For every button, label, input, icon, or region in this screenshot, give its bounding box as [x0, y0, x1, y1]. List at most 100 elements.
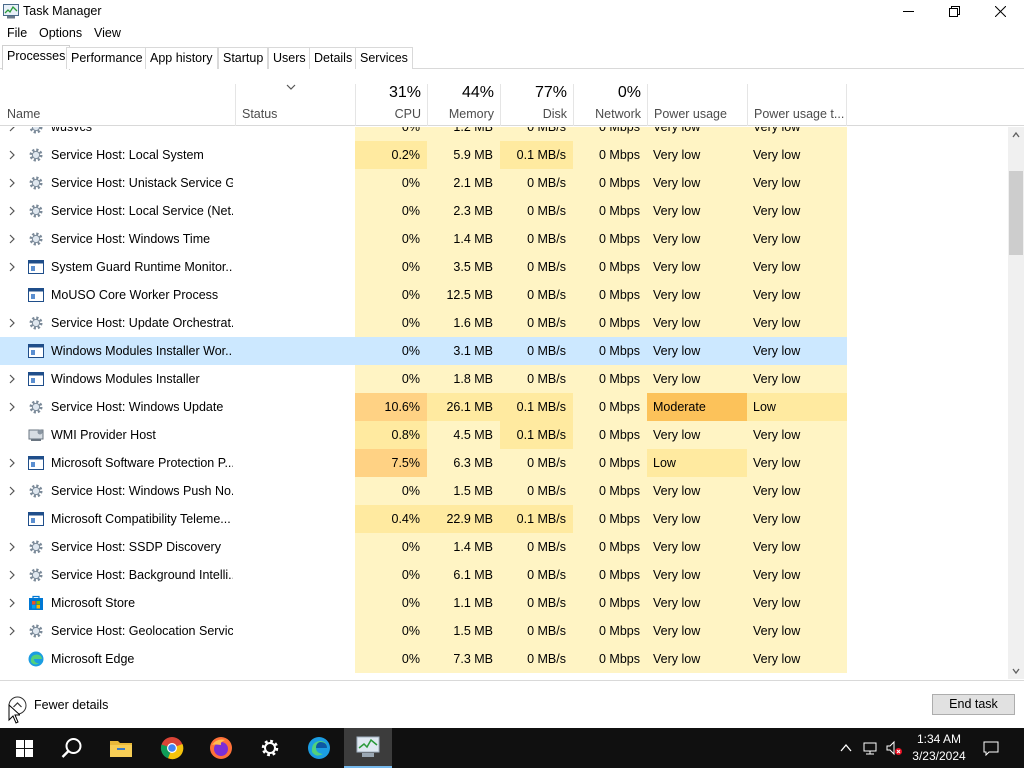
column-cpu[interactable]: 31% CPU: [355, 84, 427, 126]
notification-icon[interactable]: [983, 740, 999, 756]
table-row[interactable]: Microsoft Compatibility Teleme... 0.4% 22.…: [0, 505, 1008, 533]
chevron-right-icon[interactable]: [8, 541, 16, 553]
table-row[interactable]: Service Host: Background Intelli... 0% 6.1…: [0, 561, 1008, 589]
tab-users[interactable]: Users: [268, 47, 311, 69]
status-cell: [235, 309, 355, 337]
title-bar[interactable]: Task Manager: [0, 0, 1024, 23]
column-status[interactable]: Status: [235, 84, 355, 126]
table-row[interactable]: Windows Modules Installer Wor... 0% 3.1 MB…: [0, 337, 1008, 365]
process-name-cell[interactable]: Windows Modules Installer: [0, 365, 235, 393]
network-icon[interactable]: [862, 740, 878, 756]
table-row[interactable]: Service Host: Local Service (Net... 0% 2.3…: [0, 197, 1008, 225]
process-name-cell[interactable]: Service Host: Geolocation Service: [0, 617, 235, 645]
vertical-scrollbar[interactable]: [1008, 127, 1024, 679]
table-row[interactable]: Service Host: Unistack Service G... 0% 2.1…: [0, 169, 1008, 197]
menu-options[interactable]: Options: [39, 26, 82, 40]
chevron-right-icon[interactable]: [8, 149, 16, 161]
taskbar-file-explorer[interactable]: [97, 728, 145, 768]
close-button[interactable]: [977, 0, 1023, 23]
process-name-cell[interactable]: Service Host: SSDP Discovery: [0, 533, 235, 561]
power-usage-trend-value: Very low: [753, 204, 801, 218]
chevron-up-icon[interactable]: [838, 740, 854, 756]
minimize-button[interactable]: [885, 0, 931, 23]
taskbar-chrome[interactable]: [148, 728, 196, 768]
scroll-down-icon[interactable]: [1012, 667, 1020, 675]
process-name-cell[interactable]: Service Host: Update Orchestrat...: [0, 309, 235, 337]
chevron-right-icon[interactable]: [8, 205, 16, 217]
end-task-button[interactable]: End task: [932, 694, 1015, 715]
process-name-cell[interactable]: Service Host: Local System: [0, 141, 235, 169]
restore-button[interactable]: [931, 0, 977, 23]
chevron-right-icon[interactable]: [8, 625, 16, 637]
column-power-usage-trend[interactable]: Power usage t...: [747, 84, 847, 126]
chevron-right-icon[interactable]: [8, 233, 16, 245]
taskbar-task-manager[interactable]: [344, 728, 392, 768]
column-disk[interactable]: 77% Disk: [500, 84, 573, 126]
table-row[interactable]: MoUSO Core Worker Process 0% 12.5 MB 0 MB/s…: [0, 281, 1008, 309]
chevron-right-icon[interactable]: [8, 373, 16, 385]
process-name-cell[interactable]: wusvcs: [0, 127, 235, 141]
column-network[interactable]: 0% Network: [573, 84, 647, 126]
table-row[interactable]: Microsoft Store 0% 1.1 MB 0 MB/s 0 Mbps Very …: [0, 589, 1008, 617]
table-row[interactable]: Microsoft Edge 0% 7.3 MB 0 MB/s 0 Mbps Very l…: [0, 645, 1008, 673]
taskbar-firefox[interactable]: [197, 728, 245, 768]
tab-startup[interactable]: Startup: [218, 47, 269, 69]
chevron-right-icon[interactable]: [8, 177, 16, 189]
table-row[interactable]: wusvcs 0% 1.2 MB 0 MB/s 0 Mbps Very low Very l…: [0, 127, 1008, 141]
table-row[interactable]: Service Host: SSDP Discovery 0% 1.4 MB 0 MB…: [0, 533, 1008, 561]
table-row[interactable]: Service Host: Windows Push No... 0% 1.5 MB…: [0, 477, 1008, 505]
volume-muted-icon[interactable]: [886, 740, 902, 756]
tab-processes[interactable]: Processes: [2, 45, 71, 70]
chevron-right-icon[interactable]: [8, 569, 16, 581]
cpu-cell: 0%: [355, 617, 427, 645]
column-memory[interactable]: 44% Memory: [427, 84, 500, 126]
table-row[interactable]: Service Host: Windows Update 10.6% 26.1 MB…: [0, 393, 1008, 421]
taskbar-settings[interactable]: [246, 728, 294, 768]
table-row[interactable]: Service Host: Local System 0.2% 5.9 MB 0.1 …: [0, 141, 1008, 169]
process-name-cell[interactable]: WMI Provider Host: [0, 421, 235, 449]
process-name-cell[interactable]: System Guard Runtime Monitor...: [0, 253, 235, 281]
taskbar-edge[interactable]: [295, 728, 343, 768]
chevron-right-icon[interactable]: [8, 457, 16, 469]
table-row[interactable]: Microsoft Software Protection P... 7.5% 6.…: [0, 449, 1008, 477]
menu-view[interactable]: View: [94, 26, 121, 40]
chevron-right-icon[interactable]: [8, 597, 16, 609]
menu-file[interactable]: File: [7, 26, 27, 40]
chevron-right-icon[interactable]: [8, 317, 16, 329]
process-name-cell[interactable]: Microsoft Store: [0, 589, 235, 617]
chevron-right-icon[interactable]: [8, 401, 16, 413]
process-name-cell[interactable]: Service Host: Windows Time: [0, 225, 235, 253]
tab-services[interactable]: Services: [355, 47, 413, 69]
process-name-cell[interactable]: Service Host: Local Service (Net...: [0, 197, 235, 225]
column-power-usage[interactable]: Power usage: [647, 84, 747, 126]
start-button[interactable]: [0, 728, 48, 768]
process-name-cell[interactable]: Microsoft Edge: [0, 645, 235, 673]
chevron-right-icon[interactable]: [8, 485, 16, 497]
tab-app-history[interactable]: App history: [145, 47, 218, 69]
table-row[interactable]: WMI Provider Host 0.8% 4.5 MB 0.1 MB/s 0 Mbp…: [0, 421, 1008, 449]
column-cpu-label: CPU: [394, 107, 421, 121]
tab-performance[interactable]: Performance: [66, 47, 148, 69]
table-row[interactable]: Windows Modules Installer 0% 1.8 MB 0 MB/s 0…: [0, 365, 1008, 393]
table-row[interactable]: Service Host: Geolocation Service 0% 1.5 M…: [0, 617, 1008, 645]
tab-details[interactable]: Details: [309, 47, 358, 69]
taskbar-search-button[interactable]: [48, 728, 96, 768]
chevron-right-icon[interactable]: [8, 261, 16, 273]
table-row[interactable]: Service Host: Windows Time 0% 1.4 MB 0 MB/s…: [0, 225, 1008, 253]
process-name-cell[interactable]: Microsoft Software Protection P...: [0, 449, 235, 477]
process-name-cell[interactable]: Service Host: Unistack Service G...: [0, 169, 235, 197]
table-row[interactable]: System Guard Runtime Monitor... 0% 3.5 MB 0…: [0, 253, 1008, 281]
scroll-up-icon[interactable]: [1012, 131, 1020, 139]
fewer-details-link[interactable]: Fewer details: [34, 698, 108, 712]
column-name[interactable]: Name: [0, 84, 235, 126]
process-name-cell[interactable]: Service Host: Windows Push No...: [0, 477, 235, 505]
process-name-cell[interactable]: MoUSO Core Worker Process: [0, 281, 235, 309]
chevron-right-icon[interactable]: [8, 127, 16, 133]
table-row[interactable]: Service Host: Update Orchestrat... 0% 1.6 …: [0, 309, 1008, 337]
process-name-cell[interactable]: Service Host: Windows Update: [0, 393, 235, 421]
process-name-cell[interactable]: Service Host: Background Intelli...: [0, 561, 235, 589]
process-name-cell[interactable]: Windows Modules Installer Wor...: [0, 337, 235, 365]
scroll-thumb[interactable]: [1009, 171, 1023, 255]
system-clock[interactable]: 1:34 AM 3/23/2024: [912, 731, 966, 765]
process-name-cell[interactable]: Microsoft Compatibility Teleme...: [0, 505, 235, 533]
